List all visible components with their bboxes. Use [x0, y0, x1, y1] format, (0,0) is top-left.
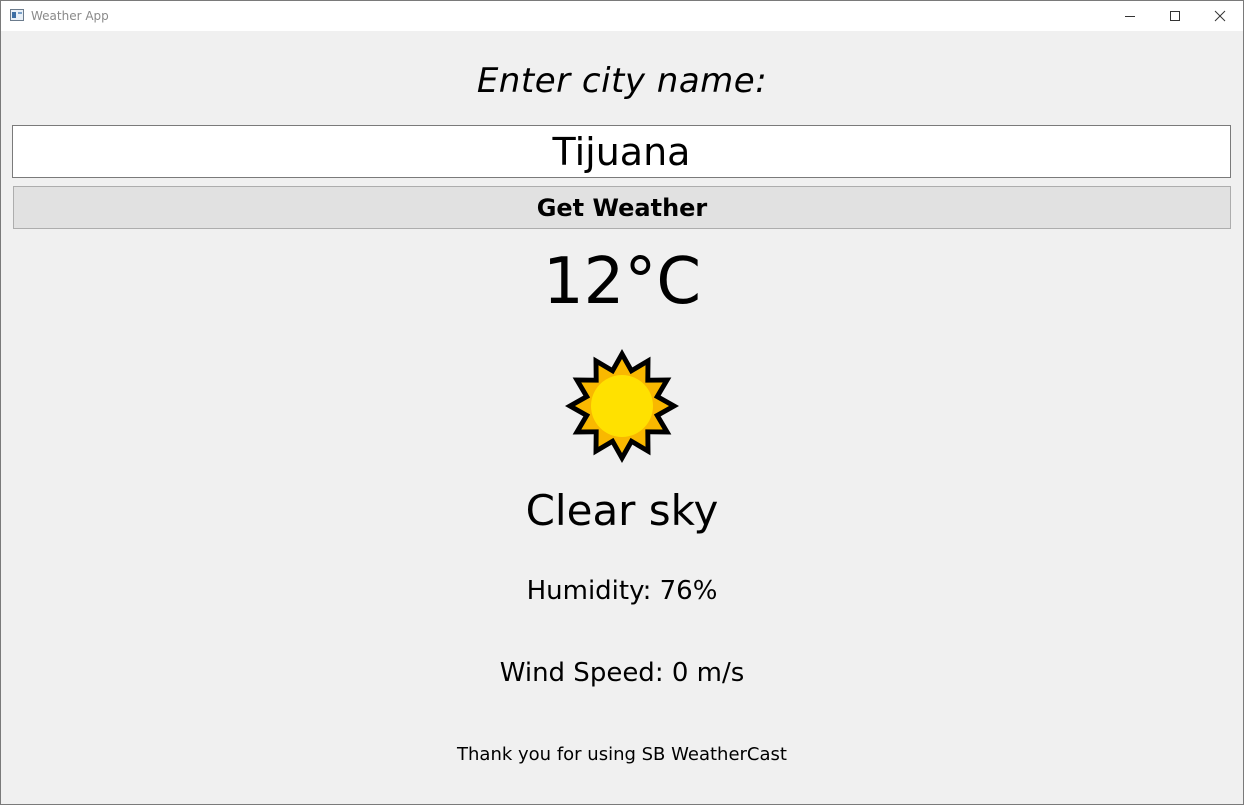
minimize-button[interactable] — [1107, 1, 1153, 31]
close-button[interactable] — [1197, 1, 1243, 31]
footer-message: Thank you for using SB WeatherCast — [457, 744, 787, 765]
wind-speed-label: Wind Speed: 0 m/s — [499, 658, 745, 688]
city-input[interactable] — [12, 125, 1231, 178]
title-bar[interactable]: Weather App — [1, 1, 1243, 31]
humidity-label: Humidity: 76% — [526, 576, 718, 606]
maximize-button[interactable] — [1152, 1, 1198, 31]
close-icon — [1214, 10, 1226, 22]
minimize-icon — [1125, 16, 1135, 17]
city-prompt-label: Enter city name: — [476, 61, 768, 101]
weather-app-window: Weather App Enter city name: Get Weather… — [0, 0, 1244, 805]
app-window-icon — [10, 9, 24, 21]
weather-description: Clear sky — [525, 486, 719, 535]
sun-icon — [565, 349, 679, 463]
temperature-label: 12°C — [542, 245, 702, 319]
main-content: Enter city name: Get Weather 12°C Clear … — [1, 31, 1243, 804]
get-weather-button[interactable]: Get Weather — [13, 186, 1231, 229]
window-title: Weather App — [31, 9, 109, 23]
maximize-icon — [1170, 11, 1180, 21]
